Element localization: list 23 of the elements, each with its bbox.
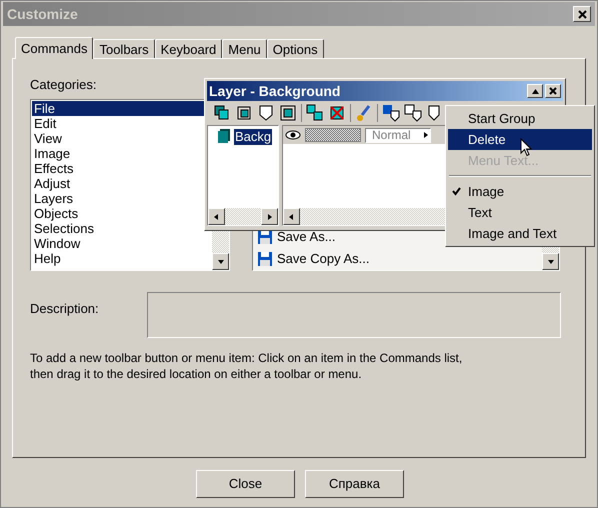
category-item[interactable]: Help [32,251,212,266]
tab[interactable]: Keyboard [154,39,222,58]
command-item[interactable]: Save As... [277,227,336,247]
instruction-text: To add a new toolbar button or menu item: Click on an item in the Commands list, then drag it to the desired location on either a toolbar or menu. [30,350,464,382]
tab[interactable]: Options [266,39,324,58]
description-label: Description: [30,300,100,318]
categories-label: Categories: [30,76,96,94]
menu-item[interactable]: Start Group [448,108,592,129]
menu-item[interactable]: Text [448,202,592,223]
blend-mode-dropdown[interactable]: Normal [365,128,431,142]
menu-item[interactable]: Image and Text [448,223,592,244]
window-title: Customize [7,4,78,24]
layer-name[interactable]: Backg [234,129,272,145]
palette-title: Layer - Background [209,82,340,101]
dialog-button[interactable]: Close [196,470,295,498]
menu-item[interactable]: Image [448,181,592,202]
categories-list[interactable]: File Edit View Image Effects Adjust Layers Objects Selections Window Help [30,99,230,271]
tab[interactable]: Toolbars [93,39,155,58]
tab[interactable]: Commands [15,37,94,59]
category-item[interactable]: Window [32,236,212,251]
dialog-button[interactable]: Справка [305,470,404,498]
tab[interactable]: Menu [222,39,267,58]
menu-item[interactable]: Delete [448,129,592,150]
